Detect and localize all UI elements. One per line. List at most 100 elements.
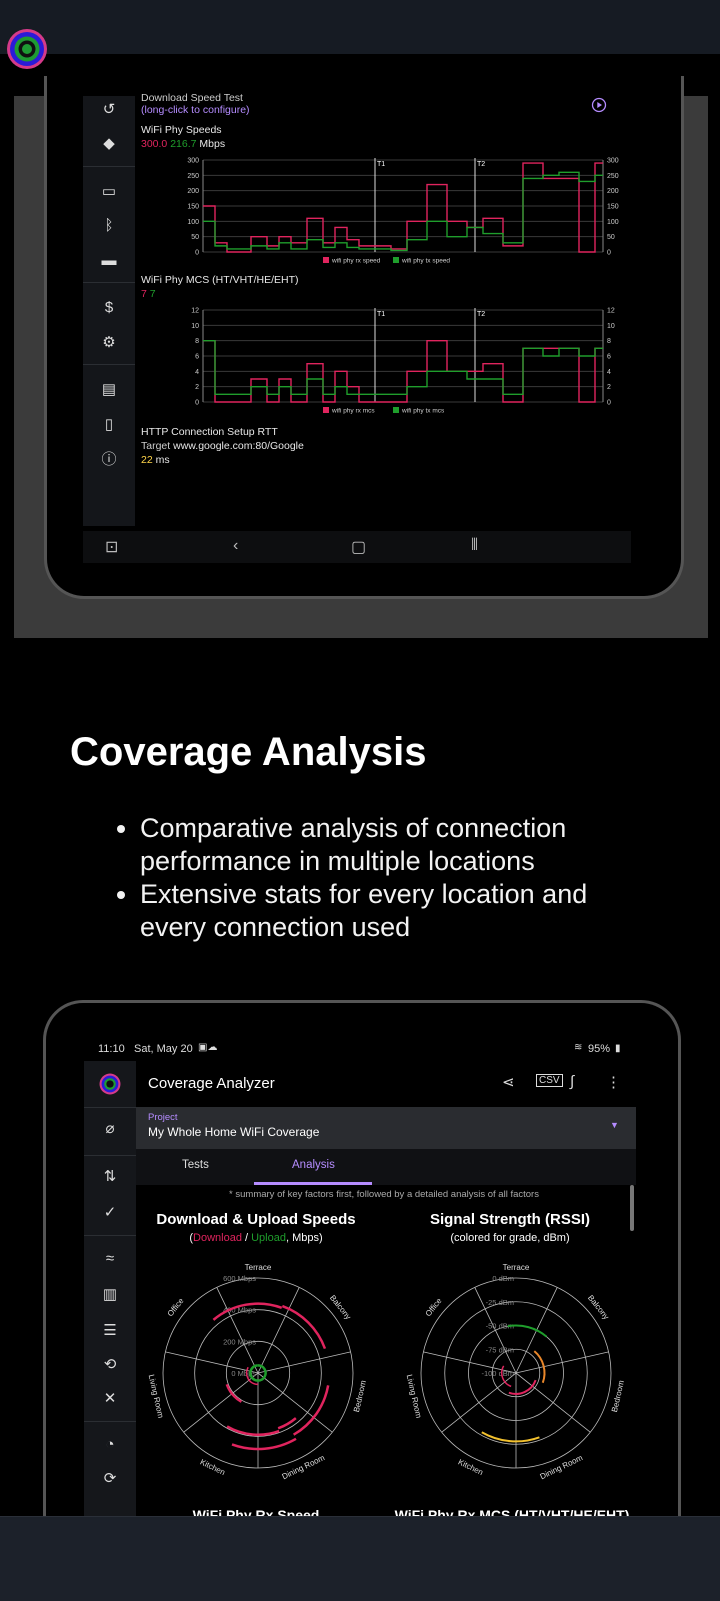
- gear-icon[interactable]: ⚙: [97, 331, 121, 355]
- y-tick-label-left: 250: [187, 173, 199, 180]
- y-tick-label-left: 2: [195, 384, 199, 391]
- summary-note: * summary of key factors first, followed…: [229, 1189, 539, 1200]
- share-icon[interactable]: ⋖: [502, 1073, 515, 1091]
- ring-label: 0 dBm: [492, 1274, 514, 1283]
- analysis-pane: * summary of key factors first, followed…: [136, 1185, 636, 1561]
- y-tick-label-right: 100: [607, 219, 619, 226]
- radar-spoke: [515, 1372, 591, 1433]
- room-label: Kitchen: [199, 1457, 227, 1477]
- shield-icon[interactable]: ◆: [97, 132, 121, 156]
- legend-swatch: [323, 407, 329, 413]
- bar-chart-icon[interactable]: ▥: [98, 1283, 122, 1307]
- ring-label: -25 dBm: [486, 1298, 514, 1307]
- radar-arc: [292, 1385, 330, 1436]
- room-label: Kitchen: [457, 1457, 485, 1477]
- radar-arc: [226, 1425, 280, 1436]
- tablet-frame: ↺ ◆ ▭ ᛒ ▬ $ ⚙ ▤ ▯ ⓘ Download Speed Test …: [44, 76, 684, 599]
- document-icon[interactable]: ▯: [97, 413, 121, 437]
- phy-speed-tx: 216.7: [170, 138, 197, 150]
- speeds-subtitle: (Download / Upload, Mbps): [146, 1232, 366, 1244]
- download-test-hint: (long-click to configure): [141, 104, 250, 116]
- play-icon[interactable]: [591, 97, 607, 113]
- legend-label: wifi phy rx speed: [331, 258, 381, 265]
- room-label: Terrace: [503, 1263, 530, 1272]
- bluetooth-icon[interactable]: ᛒ: [97, 214, 121, 238]
- project-selector[interactable]: Project My Whole Home WiFi Coverage ▼: [136, 1107, 636, 1151]
- recents-icon[interactable]: ⦀: [471, 537, 478, 555]
- shuffle-icon[interactable]: ✕: [98, 1387, 122, 1411]
- subtitle-upload: Upload: [251, 1232, 286, 1244]
- status-bar: 11:10 Sat, May 20 ▣☁ ≋ 95% ▮: [84, 1041, 636, 1057]
- room-label: Terrace: [245, 1263, 272, 1272]
- ring-label: -75 dBm: [486, 1345, 514, 1354]
- app-logo-icon[interactable]: [6, 28, 48, 70]
- rail-divider: [84, 1155, 136, 1156]
- location-off-icon[interactable]: ⌀: [98, 1117, 122, 1141]
- signal-curve-icon[interactable]: ∫: [570, 1073, 574, 1090]
- speedometer-icon[interactable]: ◔: [98, 1433, 122, 1457]
- radar-spoke: [216, 1287, 259, 1374]
- y-tick-label-right: 6: [607, 354, 611, 361]
- phy-speeds-values: 300.0 216.7 Mbps: [141, 138, 225, 150]
- wifi-status-icon: ≋: [574, 1042, 583, 1053]
- tablet-frame-2: 11:10 Sat, May 20 ▣☁ ≋ 95% ▮ ⌀ ⇅ ✓ ≈ ▥ ☰…: [43, 1000, 681, 1563]
- more-menu-icon[interactable]: ⋮: [606, 1073, 621, 1091]
- y-tick-label-right: 50: [607, 234, 615, 241]
- rtt-value-row: 22 ms: [141, 454, 170, 466]
- marker-label: T1: [377, 311, 385, 318]
- dollar-icon[interactable]: $: [97, 296, 121, 320]
- wifi-icon[interactable]: ≈: [98, 1247, 122, 1271]
- info-icon[interactable]: ⓘ: [97, 448, 121, 472]
- project-value: My Whole Home WiFi Coverage: [148, 1125, 320, 1139]
- radar-arc: [281, 1304, 327, 1350]
- rtt-value: 22: [141, 454, 153, 466]
- tab-analysis[interactable]: Analysis: [292, 1159, 335, 1171]
- rtt-target-value: www.google.com:80/Google: [173, 440, 304, 452]
- rail-divider: [83, 282, 135, 283]
- phy-speeds-title: WiFi Phy Speeds: [141, 124, 222, 136]
- rssi-radar-chart: Terrace Balcony Bedroom Dining Room Kitchen L…: [405, 1263, 626, 1481]
- phy-speed-unit: Mbps: [199, 138, 226, 150]
- subtitle-download: Download: [193, 1232, 242, 1244]
- subtitle-slash: /: [241, 1232, 252, 1244]
- monitor-icon[interactable]: ▬: [97, 249, 121, 273]
- app-logo-icon[interactable]: [99, 1073, 121, 1095]
- devices-icon[interactable]: ▭: [97, 180, 121, 204]
- radar-arc: [225, 1383, 243, 1403]
- radar-spoke: [257, 1351, 351, 1374]
- y-tick-label-right: 10: [607, 323, 615, 330]
- dropdown-arrow-icon[interactable]: ▼: [610, 1120, 619, 1130]
- battery-level: 95%: [588, 1043, 611, 1055]
- scrollbar[interactable]: [630, 1185, 634, 1231]
- feature-bullet: Extensive stats for every location and e…: [140, 878, 660, 944]
- y-tick-label-right: 250: [607, 173, 619, 180]
- rssi-subtitle: (colored for grade, dBm): [450, 1232, 570, 1244]
- sync-icon[interactable]: ⟳: [98, 1467, 122, 1491]
- mcs-values: 7 7: [141, 288, 156, 300]
- tab-tests[interactable]: Tests: [182, 1159, 209, 1171]
- y-tick-label-left: 12: [191, 308, 199, 315]
- check-circle-icon[interactable]: ✓: [98, 1201, 122, 1225]
- history-icon[interactable]: ↺: [97, 98, 121, 122]
- radar-arc: [277, 1417, 297, 1430]
- y-tick-label-right: 0: [607, 400, 611, 407]
- project-label: Project: [148, 1112, 178, 1123]
- y-tick-label-right: 300: [607, 158, 619, 165]
- ring-label: -100 dBm: [481, 1369, 514, 1378]
- y-tick-label-left: 10: [191, 323, 199, 330]
- legend-swatch: [323, 257, 329, 263]
- series-line: [203, 171, 603, 252]
- stacked-bars-icon[interactable]: ☰: [98, 1319, 122, 1343]
- chat-icon[interactable]: ▤: [97, 378, 121, 402]
- back-icon[interactable]: ‹: [233, 537, 238, 555]
- room-label: Living Room: [405, 1374, 424, 1420]
- screenshot-icon[interactable]: ⊡: [105, 537, 118, 557]
- transfer-icon[interactable]: ⇅: [98, 1165, 122, 1189]
- csv-export-icon[interactable]: CSV: [536, 1074, 563, 1087]
- legend-label: wifi phy tx mcs: [401, 408, 445, 415]
- loop-icon[interactable]: ⟲: [98, 1353, 122, 1377]
- android-nav-bar: ⊡ ‹ ▢ ⦀: [83, 531, 631, 563]
- home-icon[interactable]: ▢: [351, 537, 366, 557]
- y-tick-label-left: 300: [187, 158, 199, 165]
- app-bar: Coverage Analyzer ⋖ CSV ∫ ⋮: [136, 1061, 636, 1107]
